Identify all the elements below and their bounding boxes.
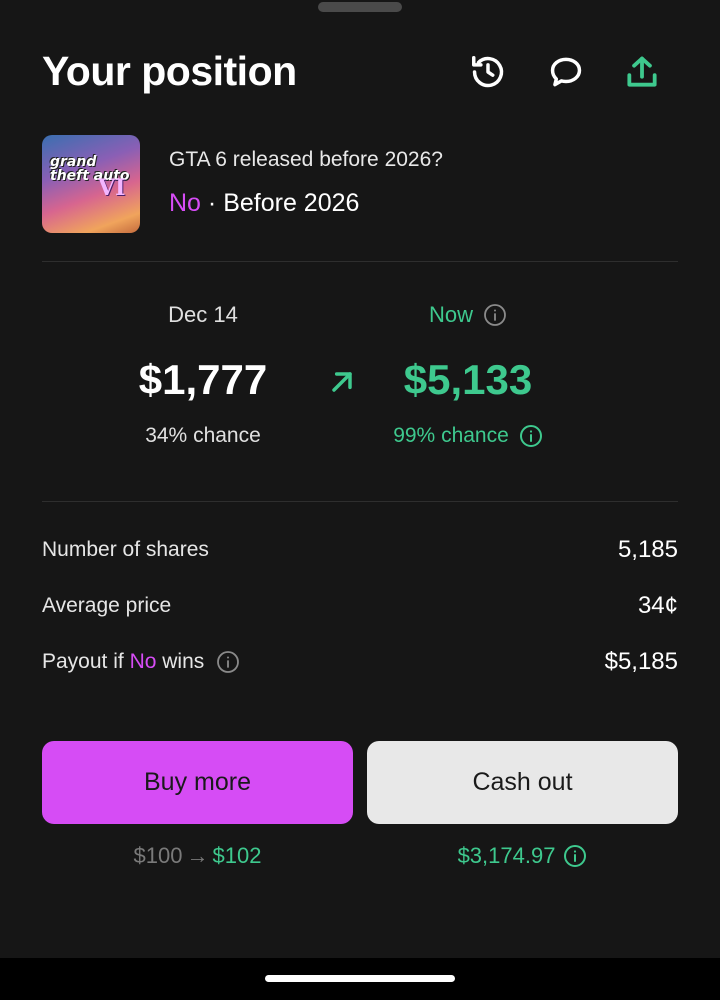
now-value: $5,133: [403, 356, 533, 403]
history-icon[interactable]: [468, 52, 508, 92]
header: Your position: [42, 48, 678, 98]
market-question: GTA 6 released before 2026?: [169, 148, 443, 171]
then-chance: 34% chance: [145, 424, 261, 447]
page-title: Your position: [42, 48, 297, 94]
position-stats: Number of shares 5,185 Average price 34¢…: [42, 530, 678, 698]
divider: [42, 261, 678, 262]
market-outcome: No · Before 2026: [169, 189, 359, 218]
payout-label: Payout if No wins: [42, 650, 240, 674]
stat-row-shares: Number of shares 5,185: [42, 530, 678, 586]
cash-out-amount: $3,174.97: [457, 843, 556, 868]
cash-out-estimate: $3,174.97: [367, 843, 678, 869]
divider: [42, 501, 678, 502]
outcome-detail: Before 2026: [223, 189, 360, 217]
sheet-grabber-handle[interactable]: [318, 2, 402, 12]
avg-price-value: 34¢: [637, 592, 678, 619]
market-summary[interactable]: grand theft auto VI GTA 6 released befor…: [42, 135, 678, 235]
buy-more-button[interactable]: Buy more: [42, 741, 353, 824]
payout-value: $5,185: [604, 648, 678, 675]
info-icon[interactable]: [519, 424, 543, 448]
buy-more-estimate: $100 → $102: [42, 843, 353, 869]
comment-icon[interactable]: [546, 52, 586, 92]
info-icon[interactable]: [563, 844, 587, 868]
buy-amount: $100: [133, 843, 183, 868]
now-label-row: Now: [368, 300, 568, 330]
cash-out-button[interactable]: Cash out: [367, 741, 678, 824]
arrow-up-right-icon: [332, 372, 352, 392]
outcome-separator: ·: [200, 189, 224, 217]
share-icon[interactable]: [622, 52, 662, 92]
now-label: Now: [428, 302, 473, 327]
then-column: Dec 14 $1,777 34% chance: [128, 300, 278, 448]
thumbnail-numeral: VI: [98, 175, 126, 201]
stat-row-avg-price: Average price 34¢: [42, 586, 678, 642]
now-column: Now $5,133 99% chance: [368, 300, 568, 448]
then-date-label: Dec 14: [168, 302, 238, 327]
info-icon[interactable]: [483, 303, 507, 327]
buy-return: $102: [212, 843, 262, 868]
payout-label-prefix: Payout if: [42, 650, 130, 673]
then-value: $1,777: [138, 356, 268, 403]
shares-value: 5,185: [617, 536, 678, 563]
stat-row-payout: Payout if No wins $5,185: [42, 642, 678, 698]
now-chance: 99% chance: [393, 424, 509, 447]
system-navigation-bar: [0, 958, 720, 1000]
market-thumbnail: grand theft auto VI: [42, 135, 140, 233]
payout-label-outcome: No: [129, 650, 157, 673]
info-icon[interactable]: [216, 650, 240, 674]
value-comparison: Dec 14 $1,777 34% chance Now $5,133 99% …: [42, 300, 678, 470]
avg-price-label: Average price: [42, 594, 172, 617]
shares-label: Number of shares: [42, 538, 209, 561]
outcome-label: No: [169, 189, 201, 217]
payout-label-suffix: wins: [156, 650, 205, 673]
arrow-right-icon: →: [186, 843, 209, 868]
home-indicator[interactable]: [265, 975, 455, 982]
now-chance-row: 99% chance: [368, 424, 568, 448]
